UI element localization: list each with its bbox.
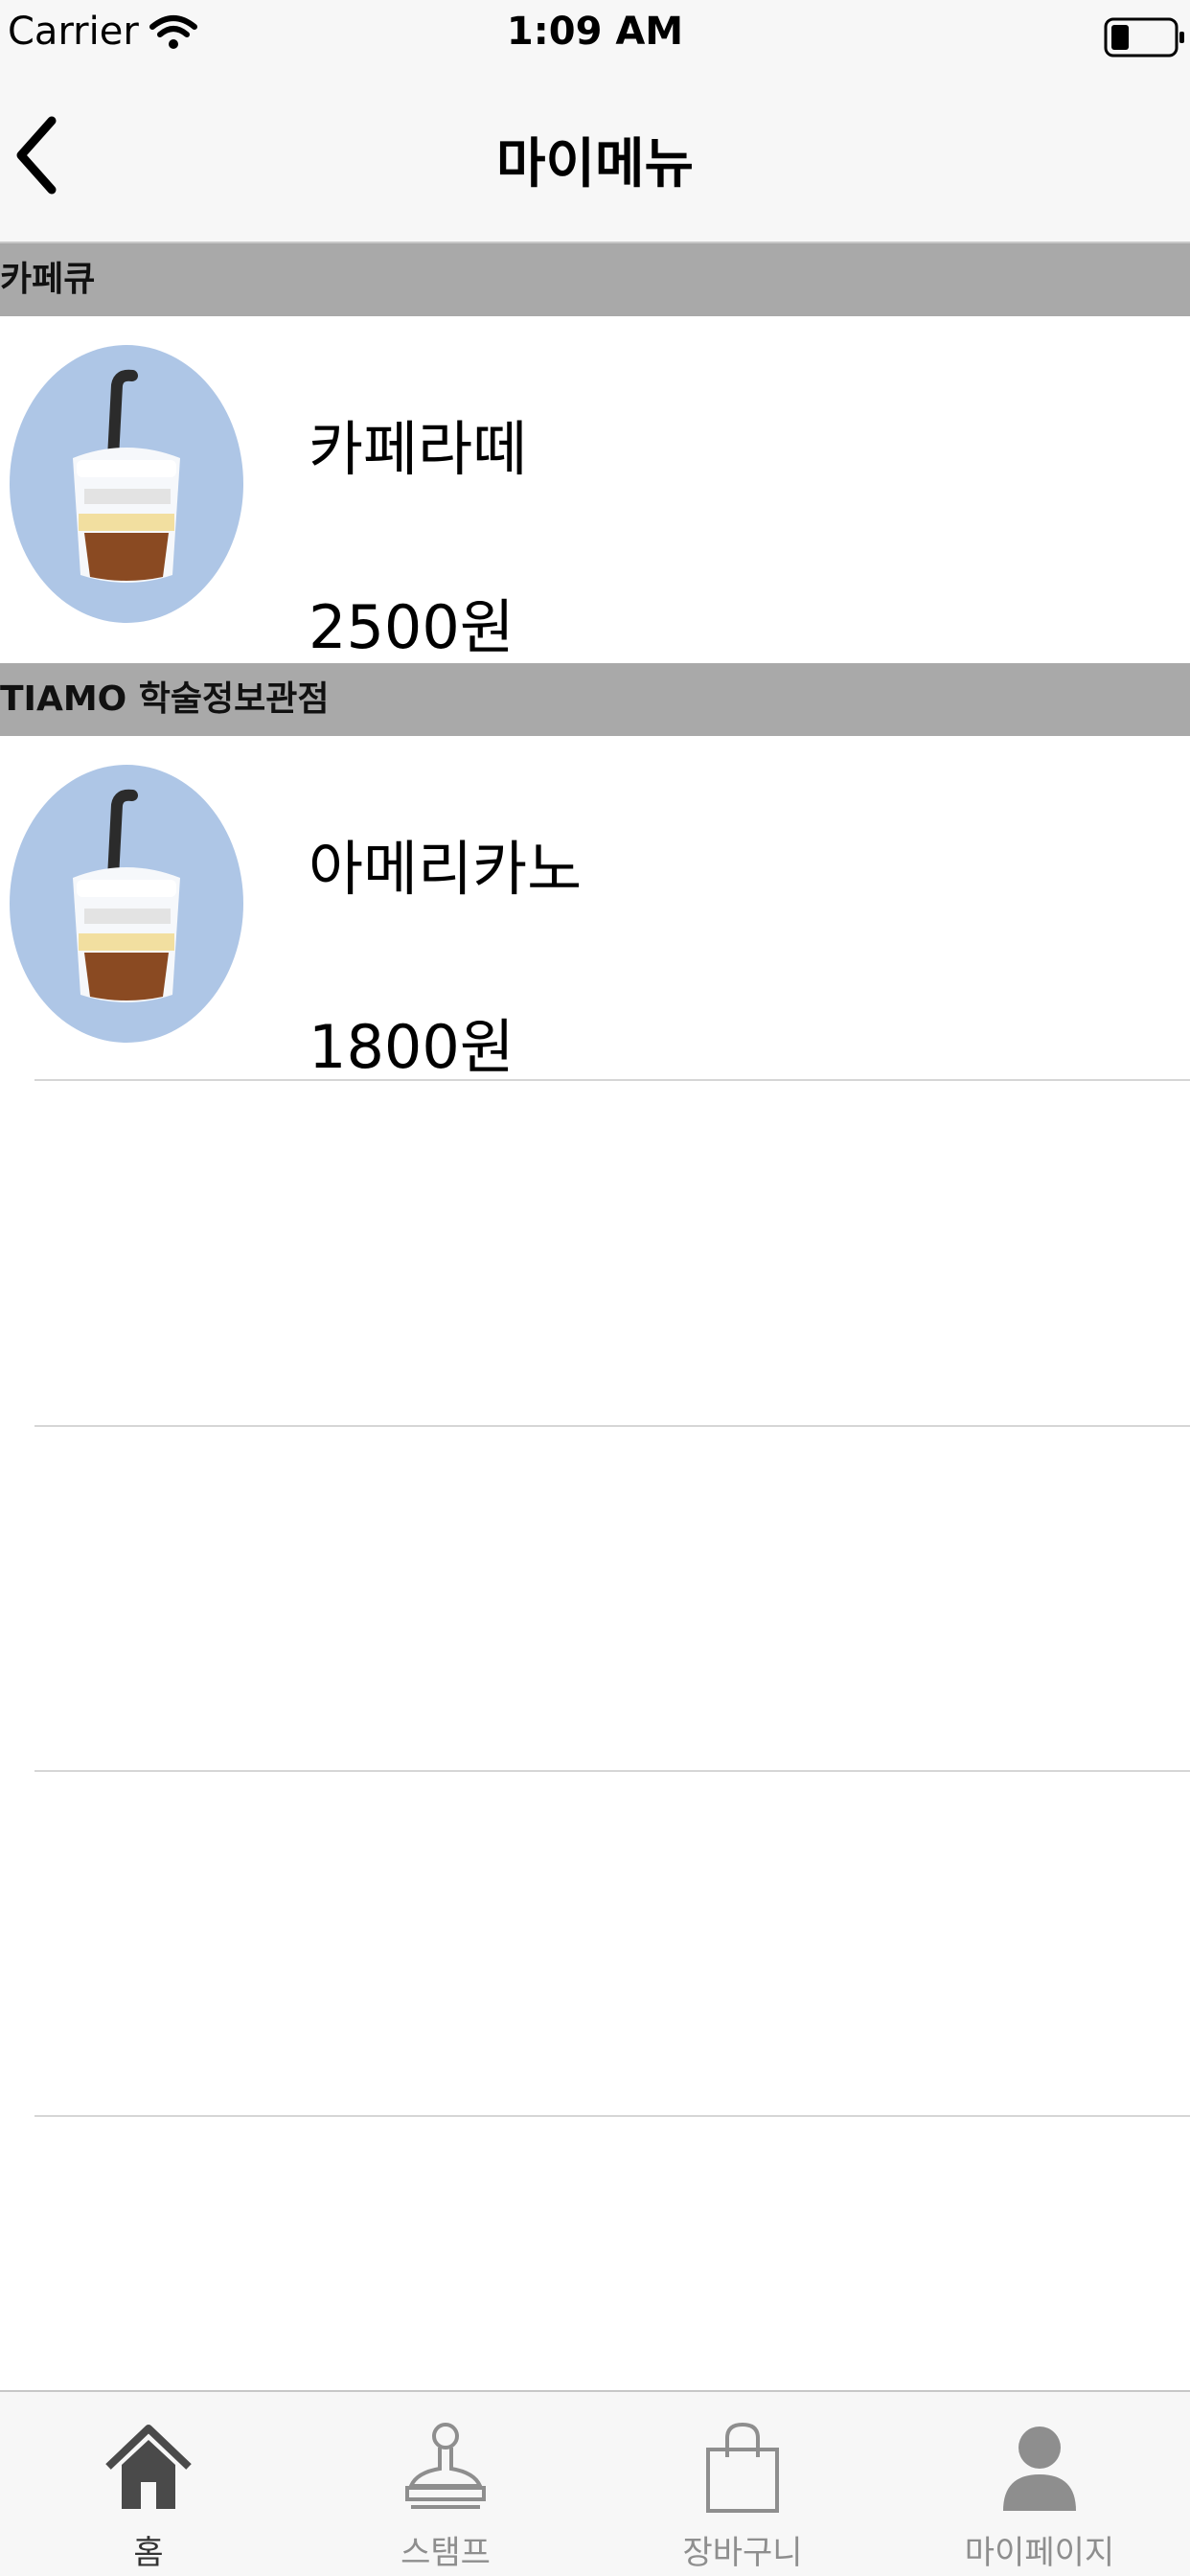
navigation-bar: 마이메뉴	[0, 71, 1190, 243]
page-title: 마이메뉴	[495, 133, 695, 196]
battery-icon	[1104, 17, 1184, 58]
tab-mypage[interactable]: 마이페이지	[891, 2392, 1188, 2576]
row-separator	[34, 2115, 1190, 2117]
tab-label: 스탬프	[400, 2534, 491, 2572]
menu-item[interactable]: 아메리카노 1800원	[0, 736, 1190, 1082]
coffee-cup-icon	[10, 345, 243, 623]
menu-name: 아메리카노	[309, 834, 583, 904]
row-separator	[34, 1079, 1190, 1081]
tab-label: 홈	[133, 2534, 164, 2572]
status-time: 1:09 AM	[506, 10, 684, 54]
menu-price: 2500원	[309, 592, 515, 662]
shopping-bag-icon	[706, 2422, 779, 2513]
tab-cart[interactable]: 장바구니	[594, 2392, 891, 2576]
home-icon	[105, 2425, 192, 2509]
tab-bar: 홈 스탬프 장바구니 마이페이지	[0, 2390, 1190, 2576]
tab-stamp[interactable]: 스탬프	[297, 2392, 594, 2576]
section-header: TIAMO 학술정보관점	[0, 663, 1190, 736]
person-icon	[1003, 2426, 1076, 2511]
coffee-cup-icon	[10, 765, 243, 1043]
row-separator	[34, 1770, 1190, 1772]
section-header: 카페큐	[0, 243, 1190, 316]
tab-label: 마이페이지	[964, 2534, 1115, 2572]
stamp-icon	[405, 2423, 486, 2509]
row-separator	[34, 1425, 1190, 1427]
menu-price: 1800원	[309, 1012, 515, 1082]
menu-item[interactable]: 카페라떼 2500원	[0, 316, 1190, 662]
menu-name: 카페라떼	[309, 414, 528, 484]
status-bar: Carrier 1:09 AM	[0, 0, 1190, 71]
tab-home[interactable]: 홈	[0, 2392, 297, 2576]
tab-label: 장바구니	[682, 2534, 803, 2572]
